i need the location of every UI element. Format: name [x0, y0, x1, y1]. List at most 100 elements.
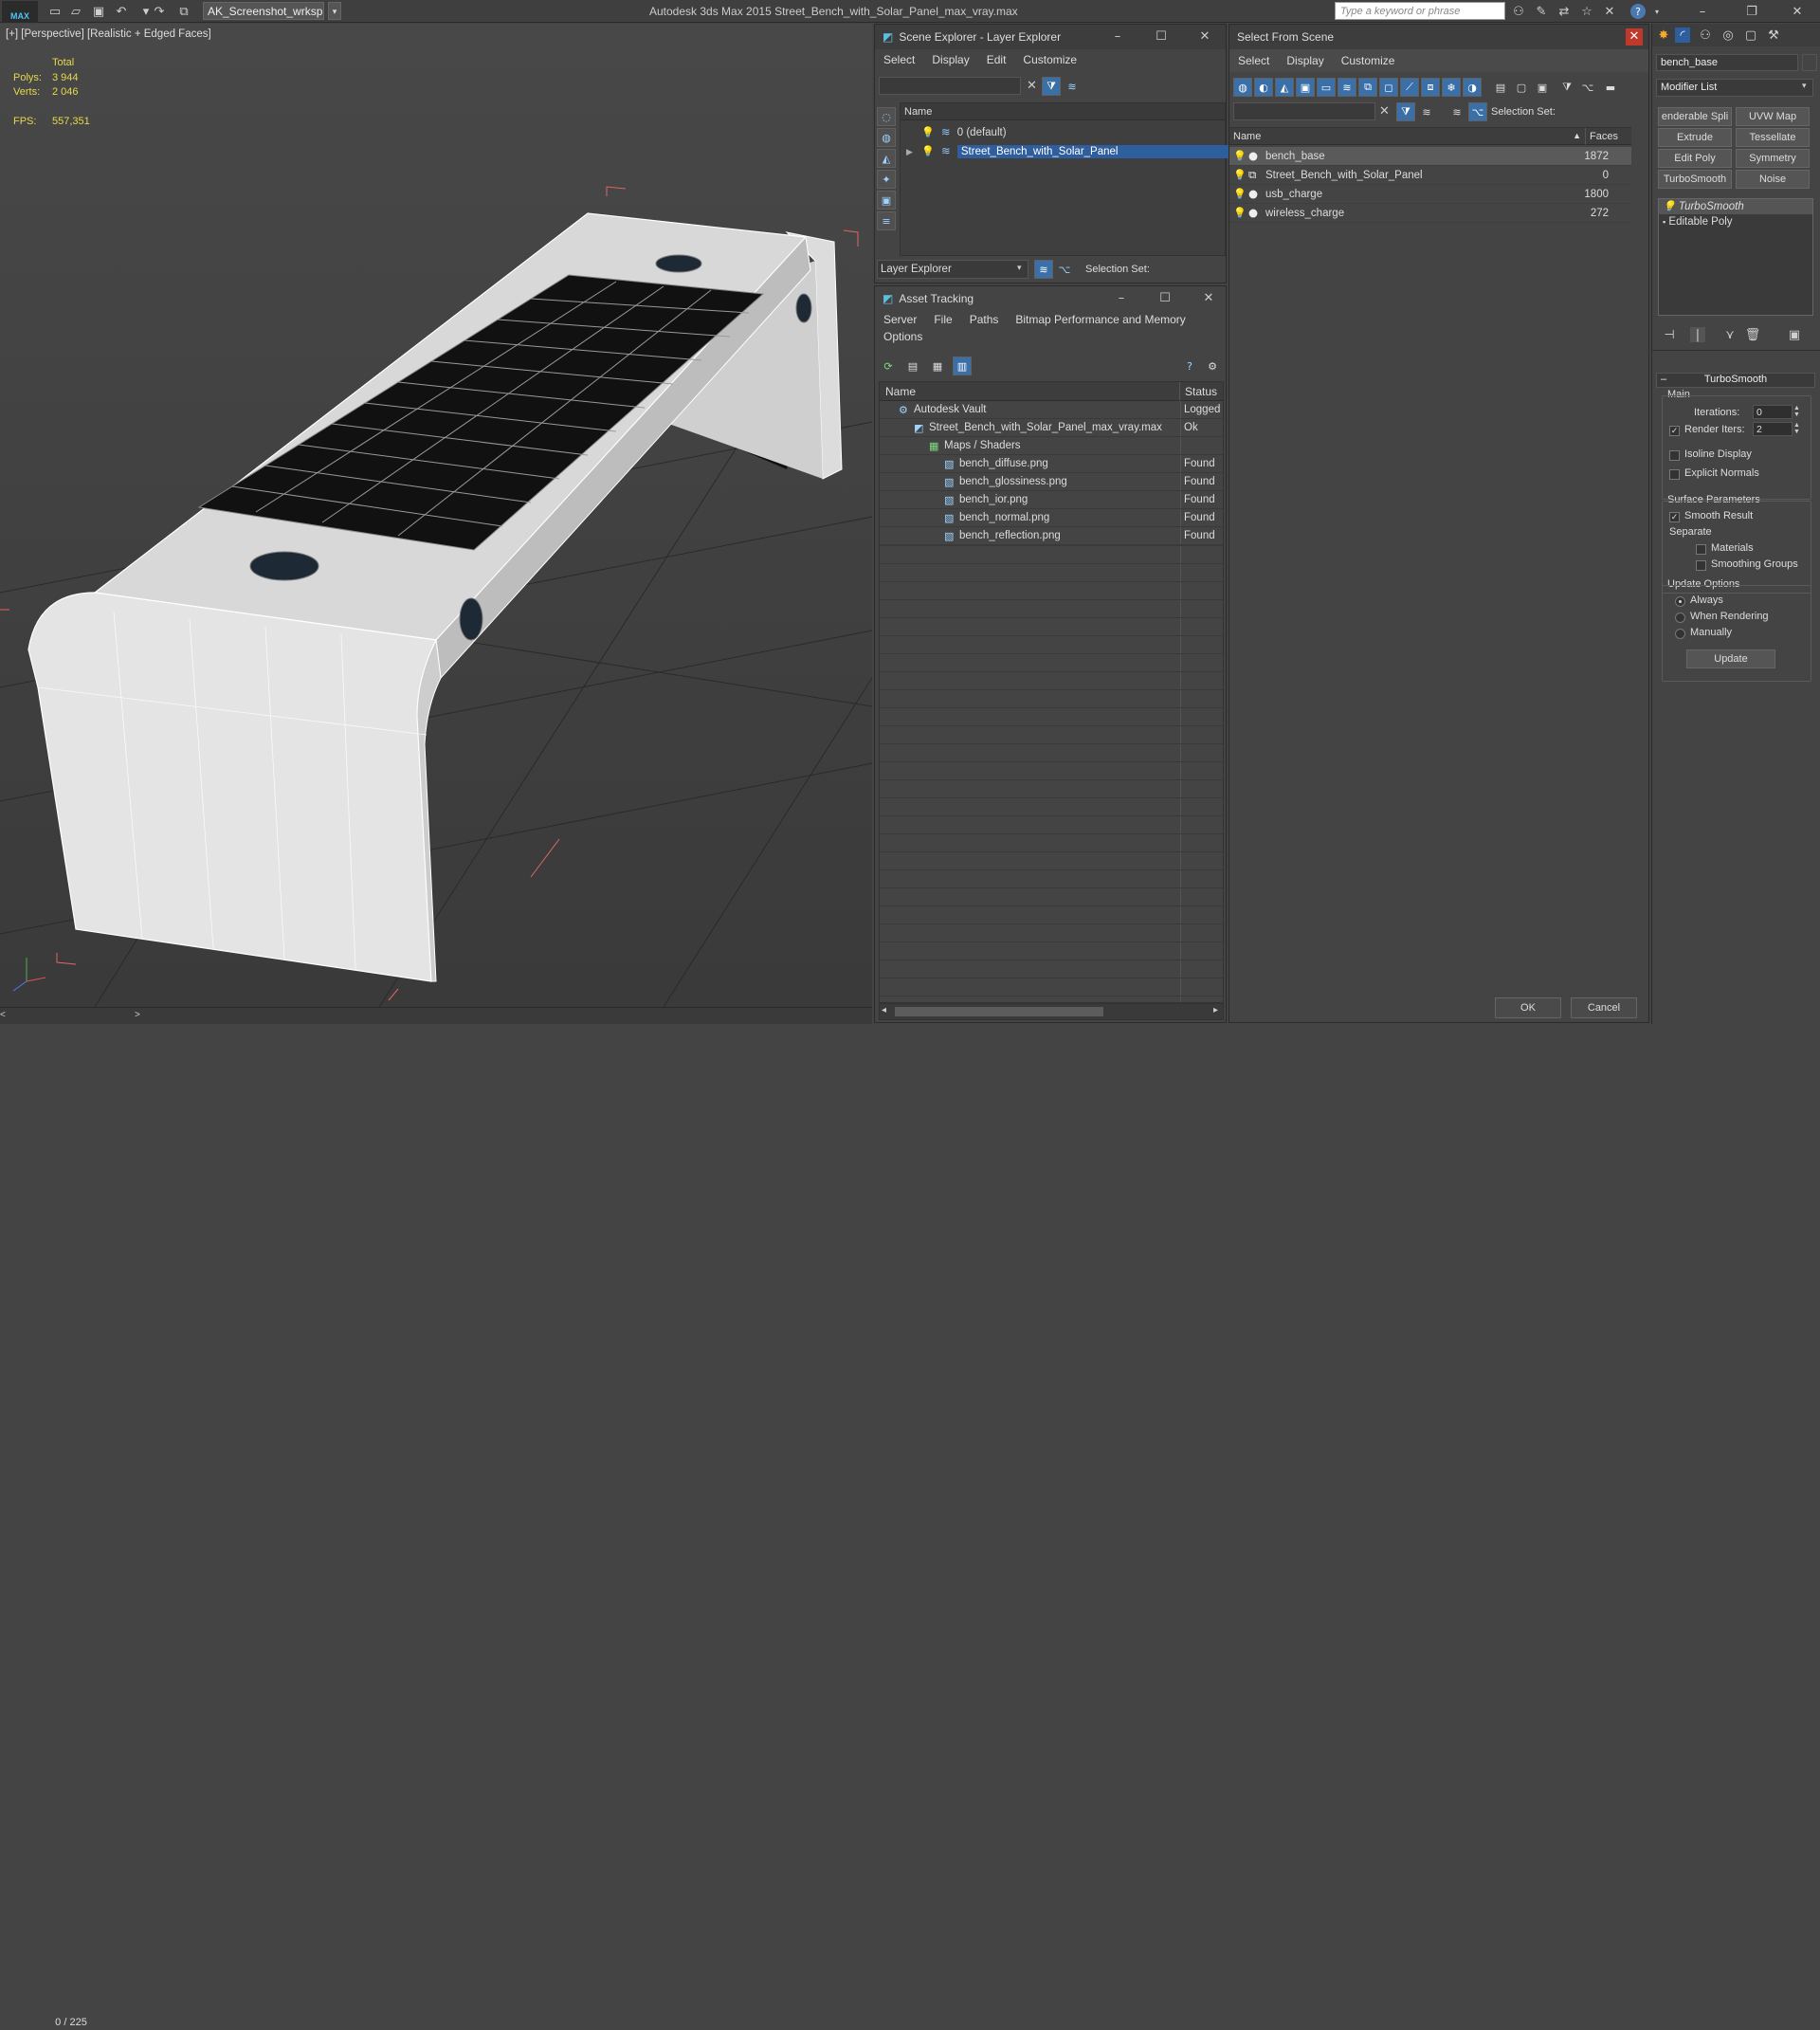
create-tab-icon[interactable]: ✸ [1656, 27, 1671, 43]
filter-toggle-icon[interactable]: ⧩ [1396, 102, 1415, 121]
column-header-name[interactable]: Name [880, 382, 1180, 401]
scrollbar-thumb[interactable] [895, 1007, 1103, 1016]
menu-bitmap-performance[interactable]: Bitmap Performance and Memory [1007, 313, 1193, 326]
explorer-type-dropdown[interactable]: Layer Explorer [877, 260, 1028, 279]
layers-options-icon[interactable]: ≋ [1063, 77, 1082, 96]
materials-checkbox[interactable] [1696, 544, 1706, 555]
minimize-icon[interactable]: – [1112, 289, 1131, 308]
visibility-icon[interactable]: 💡 [1233, 150, 1247, 162]
modifier-set-button[interactable]: Noise [1736, 170, 1810, 189]
dropdown-arrow-icon[interactable]: ▾ [1802, 81, 1807, 91]
close-icon[interactable]: ✕ [1626, 28, 1643, 46]
display-none-icon[interactable]: ◌ [877, 107, 896, 126]
asset-row[interactable]: ▧ bench_glossiness.png Found [880, 473, 1223, 491]
modifier-list-dropdown[interactable]: Modifier List [1656, 79, 1813, 97]
scroll-left-icon[interactable]: ◂ [882, 1005, 886, 1015]
modifier-set-button[interactable]: UVW Map [1736, 107, 1810, 126]
tools-icon[interactable]: ✎ [1534, 4, 1549, 19]
table-view-icon[interactable]: ▥ [953, 357, 972, 375]
render-iters-spinner[interactable]: 2 [1753, 422, 1793, 436]
display-containers-icon[interactable]: ⧈ [1421, 78, 1440, 97]
iterations-spinner[interactable]: 0 [1753, 405, 1793, 419]
display-xrefs-icon[interactable]: ◻ [1379, 78, 1398, 97]
object-color-swatch[interactable] [1802, 54, 1817, 71]
thumbnail-view-icon[interactable]: ▦ [928, 357, 947, 375]
maximize-icon[interactable]: ☐ [1156, 289, 1174, 308]
ok-button[interactable]: OK [1495, 997, 1561, 1018]
spinner-arrows-icon[interactable]: ▲ ▼ [1793, 422, 1800, 435]
close-icon[interactable]: ✕ [1199, 289, 1218, 308]
menu-server[interactable]: Server [875, 313, 925, 326]
menu-select[interactable]: Select [1229, 54, 1278, 67]
display-tab-icon[interactable]: ▢ [1743, 27, 1758, 43]
visibility-icon[interactable]: 💡 [1233, 188, 1247, 200]
scene-search-input[interactable] [879, 77, 1021, 95]
spinner-arrows-icon[interactable]: ▲ ▼ [1793, 405, 1800, 418]
list-view-icon[interactable]: ▤ [903, 357, 922, 375]
display-cameras-icon[interactable]: ▣ [1296, 78, 1315, 97]
smooth-result-checkbox[interactable]: ✓ [1669, 512, 1680, 522]
display-helpers-icon[interactable]: ≡ [877, 211, 896, 230]
explicit-normals-checkbox[interactable] [1669, 469, 1680, 480]
update-button[interactable]: Update [1686, 649, 1775, 668]
time-prev-icon[interactable]: < [0, 1010, 9, 1020]
clear-search-icon[interactable]: ✕ [1379, 103, 1390, 119]
help-icon[interactable]: ? [1630, 4, 1646, 19]
remove-modifier-icon[interactable]: 🗑 [1745, 327, 1761, 342]
expand-icon[interactable]: ▪ [1663, 217, 1665, 227]
menu-select[interactable]: Select [875, 53, 923, 66]
utilities-tab-icon[interactable]: ⚒ [1766, 27, 1781, 43]
help-dropdown-icon[interactable]: ▾ [1649, 4, 1665, 19]
menu-display[interactable]: Display [923, 53, 977, 66]
undo-icon[interactable]: ↶ [114, 4, 129, 19]
cancel-button[interactable]: Cancel [1571, 997, 1637, 1018]
isoline-display-checkbox[interactable] [1669, 450, 1680, 461]
sort-by-hierarchy-icon[interactable]: ⌥ [1468, 102, 1487, 121]
hierarchy-icon[interactable]: ⌥ [1055, 260, 1074, 279]
display-geometry-icon[interactable]: ◍ [877, 128, 896, 147]
column-header-name[interactable]: Name [901, 103, 1225, 120]
select-all-icon[interactable]: ▤ [1491, 78, 1510, 97]
display-spacewarps-icon[interactable]: ≋ [1338, 78, 1356, 97]
redo-icon[interactable]: ↷ [152, 4, 167, 19]
modifier-set-button[interactable]: Tessellate [1736, 128, 1810, 147]
open-file-icon[interactable]: ▱ [68, 4, 83, 19]
display-lights-icon[interactable]: ✦ [877, 170, 896, 189]
minimize-icon[interactable]: – [1108, 27, 1127, 46]
display-bones-icon[interactable]: ⟋ [1400, 78, 1419, 97]
hierarchy-tab-icon[interactable]: ⚇ [1698, 27, 1713, 43]
modifier-set-button[interactable]: Edit Poly [1658, 149, 1732, 168]
save-icon[interactable]: ▣ [91, 4, 106, 19]
asset-row[interactable]: ▦ Maps / Shaders [880, 437, 1223, 455]
asset-row[interactable]: ▧ bench_normal.png Found [880, 509, 1223, 527]
sort-by-layer-icon[interactable]: ≋ [1034, 260, 1053, 279]
object-name-field[interactable]: bench_base [1656, 54, 1798, 71]
layer-visibility-icon[interactable]: 💡 [921, 145, 935, 157]
horizontal-scrollbar[interactable]: ◂ ▸ [879, 1003, 1224, 1020]
menu-file[interactable]: File [925, 313, 960, 326]
display-shapes-icon[interactable]: ◐ [1254, 78, 1273, 97]
layer-row-selected[interactable]: ▶ 💡 ≋ Street_Bench_with_Solar_Panel [901, 141, 1232, 159]
configure-sets-icon[interactable]: ▣ [1787, 327, 1802, 342]
display-hidden-icon[interactable]: ◑ [1463, 78, 1482, 97]
pin-stack-icon[interactable]: ⊣ [1662, 327, 1677, 342]
new-file-icon[interactable]: ▭ [47, 4, 63, 19]
display-helpers-icon[interactable]: ▭ [1317, 78, 1336, 97]
help-icon[interactable]: ? [1180, 357, 1199, 375]
clear-search-icon[interactable]: ✕ [1027, 78, 1037, 93]
favorites-icon[interactable]: ☆ [1579, 4, 1594, 19]
visibility-icon[interactable]: 💡 [1233, 169, 1247, 181]
select-none-icon[interactable]: ▢ [1512, 78, 1531, 97]
layers-options-icon[interactable]: ≋ [1417, 102, 1436, 121]
frame-counter[interactable]: 0 / 225 [9, 2017, 133, 2030]
asset-row[interactable]: ▧ bench_diffuse.png Found [880, 455, 1223, 473]
filter-icon[interactable]: ⧩ [1042, 77, 1061, 96]
filter-icon[interactable]: ⧩ [1557, 78, 1576, 97]
binoculars-icon[interactable]: ⚇ [1511, 4, 1526, 19]
dropdown-arrow-icon[interactable]: ▾ [1017, 263, 1022, 273]
search-input[interactable]: Type a keyword or phrase [1335, 2, 1505, 20]
object-row[interactable]: 💡 ● usb_charge 1800 [1229, 185, 1631, 204]
hierarchy-icon[interactable]: ⌥ [1578, 78, 1597, 97]
exchange-icon[interactable]: ⇄ [1556, 4, 1572, 19]
modifier-set-button[interactable]: enderable Spli [1658, 107, 1732, 126]
